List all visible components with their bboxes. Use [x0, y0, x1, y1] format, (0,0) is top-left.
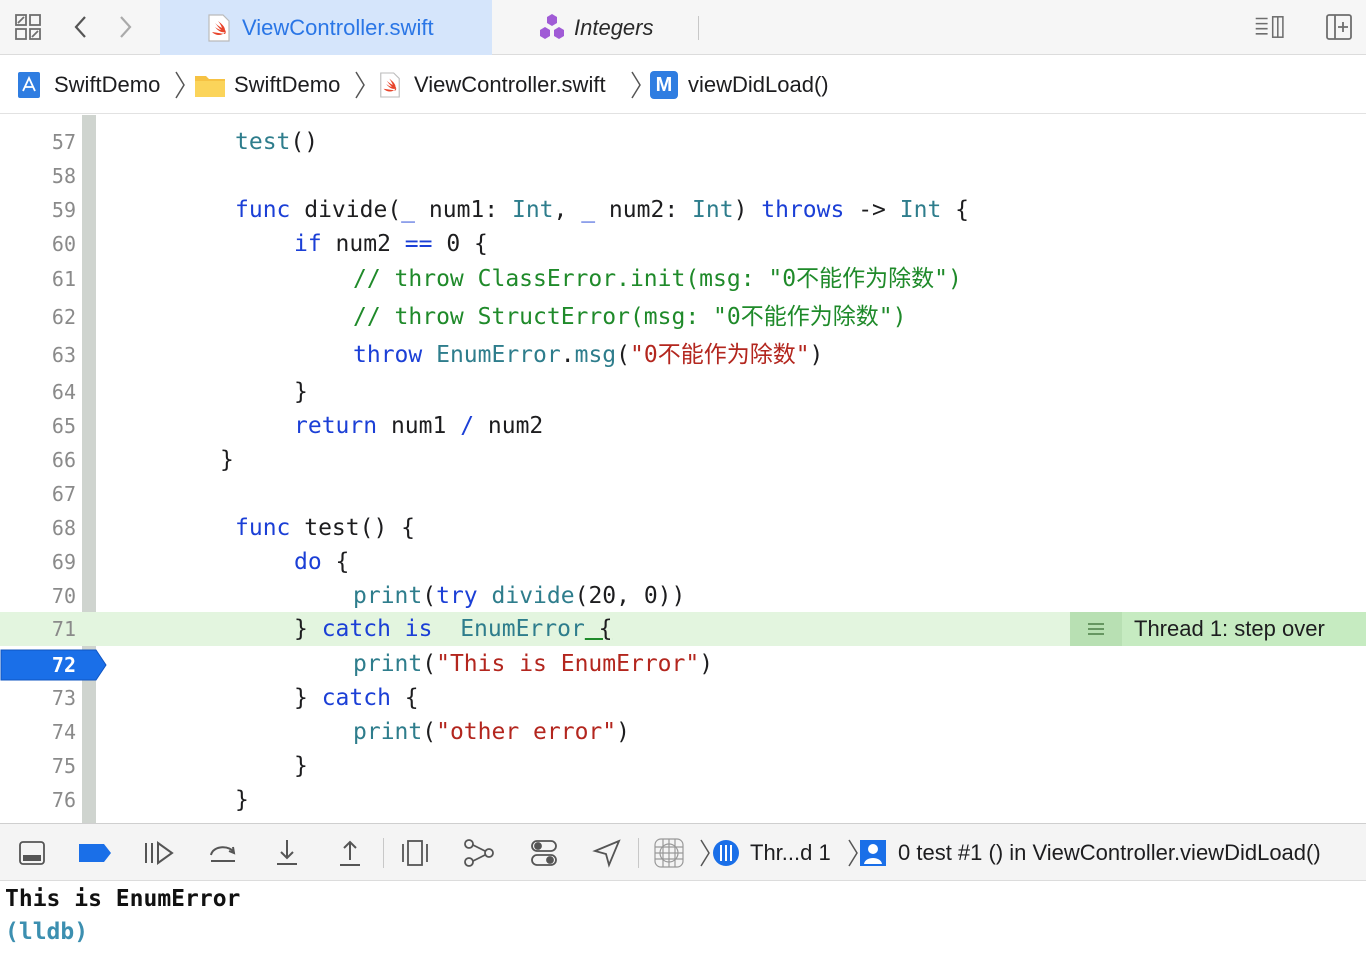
tab-viewcontroller-swift[interactable]: ViewController.swift: [160, 0, 492, 55]
code-line: 62 // throw StructError(msg: "0不能作为除数"): [51, 304, 907, 330]
stack-frame-selector[interactable]: 0 test #1 () in ViewController.viewDidLo…: [898, 836, 1321, 870]
breadcrumb-folder[interactable]: SwiftDemo: [194, 68, 340, 102]
tab-integers[interactable]: Integers: [492, 0, 700, 55]
hide-debug-area-icon[interactable]: [15, 836, 49, 870]
environment-overrides-icon[interactable]: [527, 836, 561, 870]
back-chevron-icon[interactable]: [64, 10, 98, 44]
toolbar-divider: [638, 838, 639, 868]
lldb-prompt: (lldb): [5, 919, 89, 945]
hexagon-cluster-icon: [536, 13, 568, 43]
code-line: 60 if num2 == 0 {: [51, 231, 488, 257]
code-line: 73 } catch {: [51, 685, 419, 711]
thread-selector[interactable]: Thr...d 1: [750, 836, 831, 870]
swift-file-icon: [206, 14, 232, 42]
breadcrumb: SwiftDemo SwiftDemo ViewController.swift…: [0, 56, 1366, 114]
debug-console[interactable]: This is EnumError (lldb): [0, 882, 1366, 972]
code-line: 68 func test() {: [51, 515, 416, 541]
step-over-icon[interactable]: [206, 836, 240, 870]
breadcrumb-separator: [174, 70, 186, 100]
code-line: 58: [51, 164, 76, 188]
thread-annotation-label: Thread 1: step over: [1122, 612, 1366, 646]
step-into-icon[interactable]: [270, 836, 304, 870]
code-line: 70 print(try divide(20, 0)): [51, 583, 686, 609]
xcode-project-icon: [16, 71, 42, 99]
code-line: 64 }: [51, 379, 308, 405]
code-line: 67: [51, 482, 76, 506]
grid-view-icon[interactable]: [11, 10, 45, 44]
step-out-icon[interactable]: [333, 836, 367, 870]
breakpoints-toggle-icon[interactable]: [78, 836, 112, 870]
code-line: 66 }: [51, 447, 234, 473]
code-line: print("This is EnumError"): [353, 651, 714, 677]
hamburger-icon[interactable]: [1070, 612, 1122, 646]
toolbar-divider: [383, 838, 384, 868]
folder-icon: [194, 72, 226, 98]
breadcrumb-project[interactable]: SwiftDemo: [16, 68, 160, 102]
debug-bar: Thr...d 1 0 test #1 () in ViewController…: [0, 823, 1366, 881]
thread-annotation[interactable]: Thread 1: step over: [1070, 612, 1366, 646]
code-line: 63 throw EnumError.msg("0不能作为除数"): [51, 342, 824, 368]
code-line: 59 func divide(_ num1: Int, _ num2: Int)…: [51, 197, 969, 223]
add-editor-icon[interactable]: [1322, 10, 1356, 44]
code-line: 65 return num1 / num2: [51, 413, 544, 439]
tab-label: Integers: [574, 14, 654, 40]
tab-divider: [698, 16, 699, 40]
code-line: 75 }: [51, 753, 308, 779]
breadcrumb-file[interactable]: ViewController.swift: [378, 68, 606, 102]
simulate-location-icon[interactable]: [590, 836, 624, 870]
code-line: 76 }: [51, 787, 249, 813]
breadcrumb-method[interactable]: M viewDidLoad(): [650, 68, 829, 102]
method-icon: M: [650, 71, 678, 99]
memory-graph-icon[interactable]: [462, 836, 496, 870]
code-line: 61 // throw ClassError.init(msg: "0不能作为除…: [51, 266, 962, 292]
code-line: 74 print("other error"): [51, 719, 630, 745]
view-hierarchy-icon[interactable]: [398, 836, 432, 870]
thread-icon[interactable]: [709, 836, 743, 870]
code-line: 57 test(): [51, 129, 319, 155]
forward-chevron-icon[interactable]: [108, 10, 142, 44]
user-frame-icon[interactable]: [856, 836, 890, 870]
console-output: This is EnumError: [5, 886, 241, 912]
swift-file-icon: [378, 71, 402, 99]
inspector-lines-icon[interactable]: [1254, 10, 1288, 44]
continue-icon[interactable]: [142, 836, 176, 870]
tab-bar: ViewController.swift Integers: [0, 0, 1366, 55]
breadcrumb-separator: [354, 70, 366, 100]
code-editor[interactable]: 57 test() 58 59 func divide(_ num1: Int,…: [0, 115, 1366, 823]
code-line: 69 do {: [51, 549, 350, 575]
breadcrumb-separator: [630, 70, 642, 100]
app-target-icon[interactable]: [652, 836, 686, 870]
tab-label: ViewController.swift: [242, 14, 434, 40]
